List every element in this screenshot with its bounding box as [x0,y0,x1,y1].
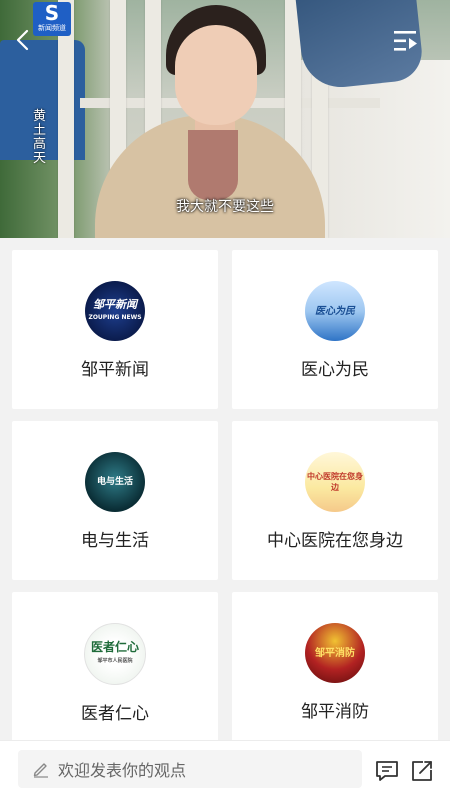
channel-avatar: 医心为民 [305,281,365,341]
channel-title: 医者仁心 [81,704,149,724]
video-player[interactable]: S 新闻频道 黄土高天 我大就不要这些 [0,0,450,238]
channel-title: 电与生活 [81,531,149,551]
channel-card-yizhe-renxin[interactable]: 医者仁心 邹平市人民医院 医者仁心 [12,592,218,751]
channel-avatar: 医者仁心邹平市人民医院 [84,623,146,685]
comment-placeholder: 欢迎发表你的观点 [58,761,187,780]
channel-avatar: 电与生活 [85,452,145,512]
pencil-icon [32,760,50,778]
comment-icon[interactable] [374,758,400,784]
channel-card-zouping-news[interactable]: 邹平新闻 ZOUPING NEWS 邹平新闻 [12,250,218,409]
comment-input[interactable]: 欢迎发表你的观点 [18,750,362,788]
avatar-logo-text: 中心医院在您身边 [307,472,363,492]
channel-logo: S 新闻频道 [33,2,71,36]
channel-logo-caption: 新闻频道 [38,24,66,32]
avatar-logo-title: 医者仁心 [90,639,139,654]
channel-title: 邹平新闻 [81,360,149,380]
channel-logo-letter: S [44,1,60,25]
show-watermark: 黄土高天 [33,109,47,166]
share-icon[interactable] [409,758,435,784]
avatar-logo-text: 邹平新闻 ZOUPING NEWS [88,299,141,323]
back-chevron-icon[interactable] [12,28,36,52]
channel-card-yixin-weimin[interactable]: 医心为民 医心为民 [232,250,438,409]
channel-avatar: 邹平消防 [305,623,365,683]
video-person-collar [188,130,238,200]
avatar-logo-text: 邹平消防 [315,647,355,659]
channel-grid: 邹平新闻 ZOUPING NEWS 邹平新闻 医心为民 医心为民 电与生活 电与生… [12,250,438,751]
channel-avatar: 中心医院在您身边 [305,452,365,512]
avatar-logo-title: 邹平新闻 [93,298,137,311]
avatar-logo-text: 医心为民 [315,305,355,317]
avatar-logo-subtitle: 邹平市人民医院 [97,657,133,664]
channel-card-zouping-fire[interactable]: 邹平消防 邹平消防 [232,592,438,751]
channel-avatar: 邹平新闻 ZOUPING NEWS [85,281,145,341]
video-subtitle: 我大就不要这些 [176,199,274,215]
channel-title: 中心医院在您身边 [267,531,403,551]
avatar-logo-subtitle: ZOUPING NEWS [88,314,142,321]
channel-card-central-hospital[interactable]: 中心医院在您身边 中心医院在您身边 [232,421,438,580]
avatar-logo-text: 电与生活 [96,476,133,487]
playlist-menu-icon[interactable] [394,30,418,52]
channel-title: 医心为民 [301,360,369,380]
video-person-face [175,25,257,125]
channel-card-dian-yu-shenghuo[interactable]: 电与生活 电与生活 [12,421,218,580]
avatar-logo-text: 医者仁心邹平市人民医院 [90,639,139,667]
bottom-comment-bar: 欢迎发表你的观点 [0,740,450,801]
channel-title: 邹平消防 [301,702,369,722]
